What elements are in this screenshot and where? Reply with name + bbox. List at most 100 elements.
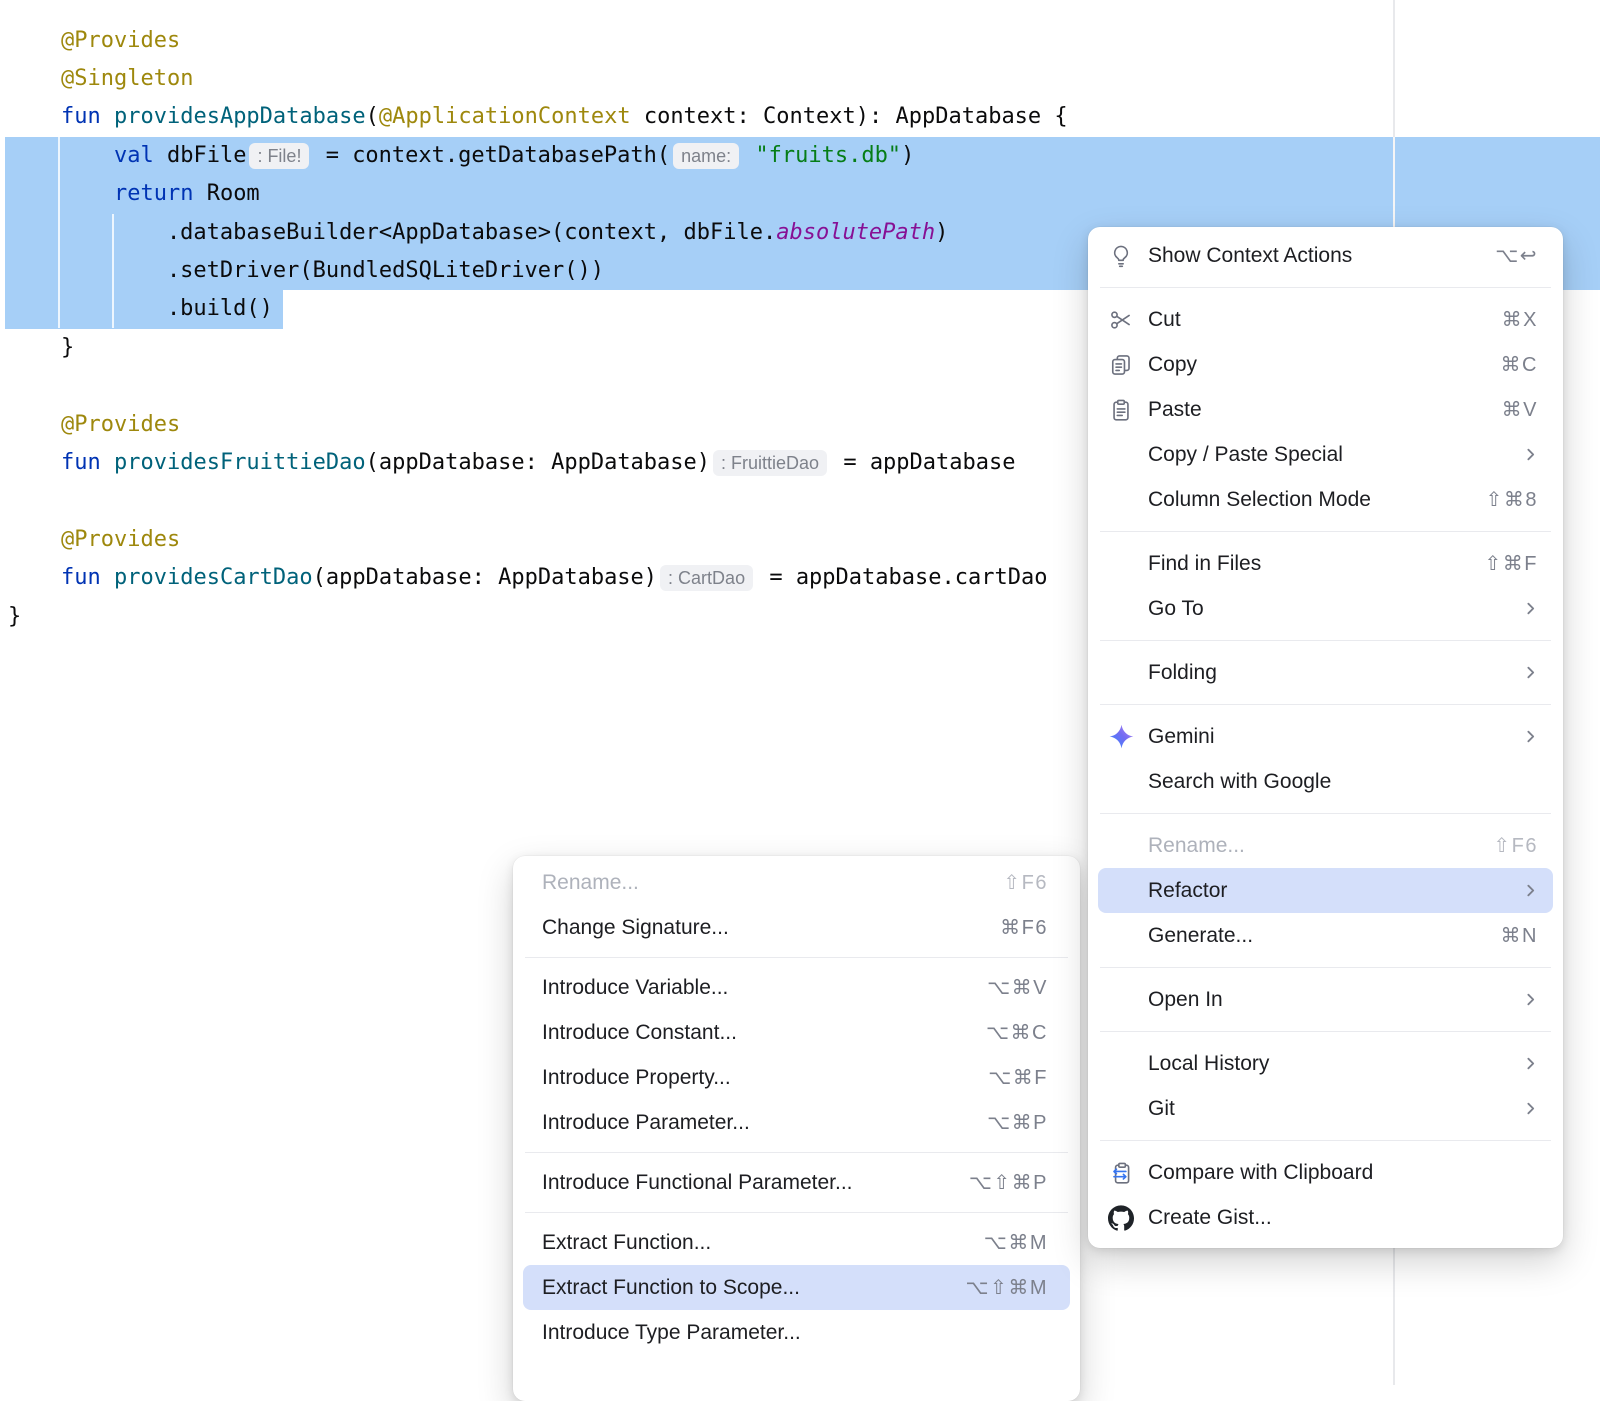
menu-item-copy-paste-special[interactable]: Copy / Paste Special <box>1098 432 1553 477</box>
blank-icon <box>1106 831 1136 861</box>
menu-item-paste[interactable]: Paste⌘V <box>1098 387 1553 432</box>
blank-icon <box>1106 440 1136 470</box>
code-line[interactable]: fun providesFruittieDao(appDatabase: App… <box>8 444 1016 482</box>
code-token: context: Context): AppDatabase { <box>631 104 1068 129</box>
code-token: Room <box>193 181 259 206</box>
menu-item-go-to[interactable]: Go To <box>1098 586 1553 631</box>
blank-icon <box>1106 921 1136 951</box>
menu-item-shortcut: ⌥⌘C <box>986 1020 1048 1045</box>
menu-item-rename[interactable]: Rename...⇧F6 <box>1098 823 1553 868</box>
menu-item-introduce-functional-parameter[interactable]: Introduce Functional Parameter...⌥⇧⌘P <box>523 1160 1070 1205</box>
code-line[interactable]: @Provides <box>8 22 180 60</box>
menu-item-cut[interactable]: Cut⌘X <box>1098 297 1553 342</box>
menu-item-shortcut: ⌥⇧⌘M <box>966 1275 1048 1300</box>
code-token: ( <box>366 104 379 129</box>
menu-item-shortcut: ⌥⌘M <box>984 1230 1048 1255</box>
compare-icon <box>1106 1158 1136 1188</box>
menu-item-shortcut: ⌥↩ <box>1495 243 1538 268</box>
code-token: ) <box>935 220 948 245</box>
blank-icon <box>1106 594 1136 624</box>
menu-item-shortcut: ⇧⌘8 <box>1486 487 1538 512</box>
inlay-hint: name: <box>673 143 739 169</box>
code-token: @Provides <box>61 28 180 53</box>
menu-item-label: Introduce Property... <box>542 1066 731 1090</box>
menu-item-label: Introduce Type Parameter... <box>542 1321 801 1345</box>
code-token: = appDatabase.cartDao <box>756 565 1047 590</box>
menu-separator <box>525 957 1068 958</box>
code-token: @ApplicationContext <box>379 104 631 129</box>
code-token: providesAppDatabase <box>114 104 366 129</box>
code-line[interactable]: .build() <box>8 290 273 328</box>
code-line[interactable]: fun providesAppDatabase(@ApplicationCont… <box>8 98 1068 136</box>
code-line[interactable]: @Provides <box>8 406 180 444</box>
menu-item-find-in-files[interactable]: Find in Files⇧⌘F <box>1098 541 1553 586</box>
menu-separator <box>1100 813 1551 814</box>
menu-item-label: Copy / Paste Special <box>1148 443 1343 467</box>
menu-item-rename[interactable]: Rename...⇧F6 <box>523 860 1070 905</box>
menu-item-label: Show Context Actions <box>1148 244 1352 268</box>
menu-item-shortcut: ⌘V <box>1502 397 1538 422</box>
blank-icon <box>1106 549 1136 579</box>
code-token: (appDatabase: AppDatabase) <box>366 450 710 475</box>
menu-item-generate[interactable]: Generate...⌘N <box>1098 913 1553 958</box>
menu-item-introduce-type-parameter[interactable]: Introduce Type Parameter... <box>523 1310 1070 1355</box>
menu-item-show-context-actions[interactable]: Show Context Actions ⌥↩ <box>1098 233 1553 278</box>
code-token: .setDriver(BundledSQLiteDriver()) <box>8 258 604 283</box>
menu-item-label: Introduce Variable... <box>542 976 728 1000</box>
menu-item-git[interactable]: Git <box>1098 1086 1553 1131</box>
code-line[interactable]: fun providesCartDao(appDatabase: AppData… <box>8 559 1047 597</box>
code-token <box>8 527 61 552</box>
menu-item-introduce-property[interactable]: Introduce Property... ⌥⌘F <box>523 1055 1070 1100</box>
code-line[interactable]: return Room <box>8 175 260 213</box>
menu-item-introduce-constant[interactable]: Introduce Constant...⌥⌘C <box>523 1010 1070 1055</box>
code-token: @Provides <box>61 527 180 552</box>
code-line[interactable]: .setDriver(BundledSQLiteDriver()) <box>8 252 604 290</box>
code-line[interactable]: .databaseBuilder<AppDatabase>(context, d… <box>8 214 948 252</box>
menu-item-change-signature[interactable]: Change Signature...⌘F6 <box>523 905 1070 950</box>
menu-item-shortcut: ⌥⌘F <box>988 1065 1048 1090</box>
lightbulb-icon <box>1106 241 1136 271</box>
menu-item-folding[interactable]: Folding <box>1098 650 1553 695</box>
code-token <box>8 181 114 206</box>
menu-item-introduce-variable[interactable]: Introduce Variable...⌥⌘V <box>523 965 1070 1010</box>
code-token <box>8 412 61 437</box>
code-token <box>8 450 61 475</box>
menu-item-label: Git <box>1148 1097 1175 1121</box>
menu-item-label: Rename... <box>1148 834 1245 858</box>
inlay-hint: : FruittieDao <box>713 450 827 476</box>
menu-item-search-with-google[interactable]: Search with Google <box>1098 759 1553 804</box>
blank-icon <box>1106 658 1136 688</box>
menu-item-label: Column Selection Mode <box>1148 488 1371 512</box>
code-line[interactable]: } <box>8 598 21 636</box>
menu-separator <box>1100 704 1551 705</box>
code-line[interactable]: @Singleton <box>8 60 193 98</box>
code-token: = context.getDatabasePath( <box>312 143 670 168</box>
menu-item-label: Change Signature... <box>542 916 729 940</box>
code-token: fun <box>61 450 101 475</box>
blank-icon <box>1106 876 1136 906</box>
menu-item-extract-function[interactable]: Extract Function...⌥⌘M <box>523 1220 1070 1265</box>
menu-item-open-in[interactable]: Open In <box>1098 977 1553 1022</box>
menu-separator <box>1100 287 1551 288</box>
menu-item-introduce-parameter[interactable]: Introduce Parameter...⌥⌘P <box>523 1100 1070 1145</box>
blank-icon <box>1106 1094 1136 1124</box>
menu-item-extract-function-to-scope[interactable]: Extract Function to Scope...⌥⇧⌘M <box>523 1265 1070 1310</box>
menu-item-gemini[interactable]: Gemini <box>1098 714 1553 759</box>
code-token: .build() <box>8 296 273 321</box>
menu-item-create-gist[interactable]: Create Gist... <box>1098 1195 1553 1240</box>
menu-item-label: Compare with Clipboard <box>1148 1161 1373 1185</box>
menu-item-copy[interactable]: Copy⌘C <box>1098 342 1553 387</box>
code-line[interactable]: } <box>8 329 74 367</box>
menu-item-compare-with-clipboard[interactable]: Compare with Clipboard <box>1098 1150 1553 1195</box>
blank-icon <box>1106 1049 1136 1079</box>
code-token: val <box>114 143 154 168</box>
code-line[interactable]: val dbFile: File! = context.getDatabaseP… <box>8 137 914 175</box>
code-token: providesCartDao <box>114 565 313 590</box>
menu-item-column-selection-mode[interactable]: Column Selection Mode ⇧⌘8 <box>1098 477 1553 522</box>
code-token: @Provides <box>61 412 180 437</box>
menu-item-local-history[interactable]: Local History <box>1098 1041 1553 1086</box>
menu-item-refactor[interactable]: Refactor <box>1098 868 1553 913</box>
code-token: .databaseBuilder<AppDatabase>(context, d… <box>8 220 776 245</box>
code-line[interactable]: @Provides <box>8 521 180 559</box>
code-token <box>742 143 755 168</box>
